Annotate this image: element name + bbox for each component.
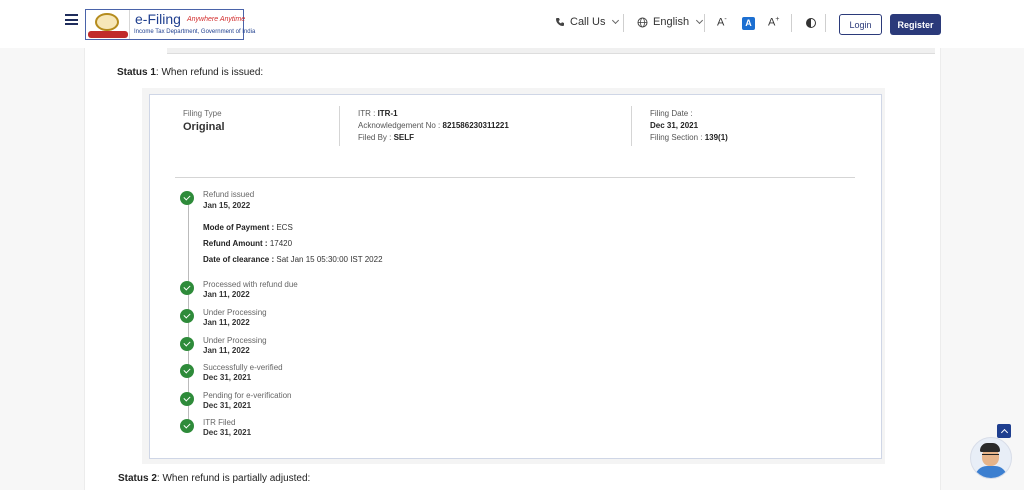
filed-by: Filed By : SELF (358, 133, 415, 142)
timeline-label: Refund issued (203, 190, 255, 199)
register-button[interactable]: Register (890, 14, 941, 35)
divider (631, 106, 632, 146)
check-icon (180, 281, 194, 295)
itr-type: ITR : ITR-1 (358, 109, 398, 118)
timeline-date: Jan 11, 2022 (203, 346, 250, 355)
font-increase-button[interactable]: A+ (768, 16, 779, 29)
timeline-date: Dec 31, 2021 (203, 401, 252, 410)
call-us-dropdown[interactable]: Call Us (555, 16, 620, 28)
logo-tagline: Anywhere Anytime (187, 16, 246, 23)
divider (704, 14, 705, 32)
timeline-label: Successfully e-verified (203, 363, 283, 372)
check-icon (180, 337, 194, 351)
acknowledgement-number: Acknowledgement No : 821586230311221 (358, 121, 509, 130)
timeline-date: Dec 31, 2021 (203, 428, 252, 437)
chevron-down-icon (612, 16, 620, 25)
mode-of-payment: Mode of Payment : ECS (203, 223, 293, 232)
logo-department: Income Tax Department, Government of Ind… (134, 29, 256, 35)
top-header: e-Filing Anywhere Anytime Income Tax Dep… (0, 0, 1024, 48)
check-icon (180, 364, 194, 378)
date-of-clearance: Date of clearance : Sat Jan 15 05:30:00 … (203, 255, 383, 264)
menu-icon[interactable] (65, 14, 78, 25)
font-decrease-button[interactable]: A- (717, 16, 727, 29)
globe-icon (637, 17, 648, 27)
call-us-label: Call Us (570, 16, 606, 28)
timeline-date: Dec 31, 2021 (203, 373, 252, 382)
divider (175, 177, 855, 178)
chevron-down-icon (696, 16, 704, 25)
contrast-icon[interactable] (806, 18, 816, 28)
filing-type-label: Filing Type (183, 109, 222, 118)
scroll-to-top-button[interactable] (997, 424, 1011, 438)
divider (339, 106, 340, 146)
divider (825, 14, 826, 32)
chatbot-avatar[interactable] (970, 437, 1012, 479)
timeline-label: Pending for e-verification (203, 391, 292, 400)
divider (623, 14, 624, 32)
timeline-date: Jan 11, 2022 (203, 290, 250, 299)
timeline-label: Under Processing (203, 308, 267, 317)
logo-name: e-Filing (135, 11, 181, 27)
previous-card-edge (167, 48, 935, 54)
status-1-heading: Status 1: When refund is issued: (117, 67, 264, 78)
filing-section: Filing Section : 139(1) (650, 133, 728, 142)
login-button[interactable]: Login (839, 14, 882, 35)
timeline-label: ITR Filed (203, 418, 236, 427)
page: e-Filing Anywhere Anytime Income Tax Dep… (0, 0, 1024, 490)
timeline-label: Processed with refund due (203, 280, 298, 289)
filing-date-value: Dec 31, 2021 (650, 121, 699, 130)
check-icon (180, 191, 194, 205)
timeline-date: Jan 11, 2022 (203, 318, 250, 327)
emblem-icon (86, 10, 130, 39)
divider (791, 14, 792, 32)
timeline-date: Jan 15, 2022 (203, 201, 251, 210)
check-icon (180, 309, 194, 323)
language-label: English (653, 16, 690, 28)
efiling-logo[interactable]: e-Filing Anywhere Anytime Income Tax Dep… (85, 9, 255, 40)
check-icon (180, 419, 194, 433)
filing-type-value: Original (183, 121, 225, 133)
refund-amount: Refund Amount : 17420 (203, 239, 293, 248)
filing-date-label: Filing Date : (650, 109, 693, 118)
font-reset-button[interactable]: A (742, 17, 755, 30)
check-icon (180, 392, 194, 406)
phone-icon (556, 18, 564, 26)
itr-status-card (149, 94, 882, 459)
status-2-heading: Status 2: When refund is partially adjus… (118, 473, 311, 484)
timeline-label: Under Processing (203, 336, 267, 345)
language-dropdown[interactable]: English (637, 16, 704, 28)
